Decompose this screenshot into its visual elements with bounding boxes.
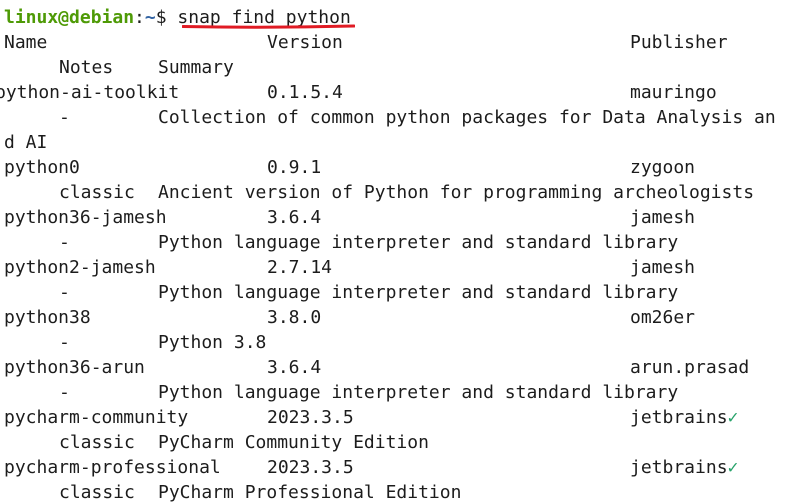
package-publisher: mauringo: [630, 82, 717, 103]
package-publisher: om26er: [630, 307, 696, 328]
package-summary: Python language interpreter and standard…: [158, 282, 679, 303]
prompt-symbol: $: [155, 7, 178, 28]
package-row: python0 0.9.1 zygoon: [4, 155, 695, 180]
header-name: Name: [4, 32, 48, 53]
package-summary: Collection of common python packages for…: [158, 107, 776, 128]
package-detail-row: classic PyCharm Professional Edition: [59, 480, 461, 502]
prompt-user-host: linux@debian: [4, 7, 135, 28]
terminal-window[interactable]: linux@debian:~$ snap find python Name Ve…: [0, 0, 785, 502]
package-name: pycharm-professional: [4, 457, 221, 478]
package-name: python-ai-toolkit: [0, 82, 180, 103]
package-summary: Python 3.8: [158, 332, 267, 353]
package-version: 0.1.5.4: [267, 82, 343, 103]
package-summary: Ancient version of Python for programmin…: [158, 182, 755, 203]
package-detail-row: classic PyCharm Community Edition: [59, 430, 429, 455]
package-version: 2023.3.5: [267, 407, 354, 428]
package-name: python36-arun: [4, 357, 145, 378]
package-version: 2.7.14: [267, 257, 333, 278]
package-version: 3.6.4: [267, 357, 322, 378]
package-publisher: jamesh: [630, 207, 696, 228]
package-row: python36-jamesh 3.6.4 jamesh: [4, 205, 695, 230]
package-summary-continued: d AI: [4, 132, 48, 153]
prompt-separator: :: [134, 7, 145, 28]
package-version: 3.6.4: [267, 207, 322, 228]
package-publisher: zygoon: [630, 157, 696, 178]
package-name: python0: [4, 157, 80, 178]
header-summary: Summary: [158, 57, 234, 78]
verified-check-icon: ✓: [727, 457, 739, 478]
prompt-path: ~: [144, 7, 156, 28]
package-summary: Python language interpreter and standard…: [158, 232, 679, 253]
package-detail-row: - Python language interpreter and standa…: [59, 230, 678, 255]
header-row: Name Version Publisher: [4, 30, 728, 55]
package-name: pycharm-community: [4, 407, 189, 428]
package-notes: -: [59, 282, 70, 303]
package-publisher-cell: jetbrains✓: [630, 455, 738, 480]
package-publisher: jetbrains: [630, 407, 728, 428]
package-row: pycharm-professional 2023.3.5 jetbrains✓: [4, 455, 738, 480]
package-version: 3.8.0: [267, 307, 322, 328]
package-row: python2-jamesh 2.7.14 jamesh: [4, 255, 695, 280]
verified-check-icon: ✓: [727, 407, 739, 428]
command-underline-annotation: [182, 24, 355, 29]
package-name: python36-jamesh: [4, 207, 167, 228]
header-notes: Notes: [59, 57, 114, 78]
package-detail-row: - Python language interpreter and standa…: [59, 380, 678, 405]
package-version: 2023.3.5: [267, 457, 354, 478]
package-row: python36-arun 3.6.4 arun.prasad: [4, 355, 749, 380]
package-version: 0.9.1: [267, 157, 322, 178]
package-summary: PyCharm Community Edition: [158, 432, 429, 453]
header-publisher: Publisher: [630, 32, 728, 53]
package-detail-row: - Python language interpreter and standa…: [59, 280, 678, 305]
package-notes: classic: [59, 482, 135, 502]
package-notes: classic: [59, 182, 135, 203]
package-summary: Python language interpreter and standard…: [158, 382, 679, 403]
package-notes: classic: [59, 432, 135, 453]
package-notes: -: [59, 107, 70, 128]
package-publisher: arun.prasad: [630, 357, 750, 378]
header-version: Version: [267, 32, 343, 53]
package-row: python38 3.8.0 om26er: [4, 305, 695, 330]
package-notes: -: [59, 232, 70, 253]
package-summary-wrap: d AI: [4, 130, 47, 155]
package-notes: -: [59, 332, 70, 353]
package-detail-row: - Collection of common python packages f…: [59, 105, 776, 130]
package-name: python2-jamesh: [4, 257, 156, 278]
package-detail-row: - Python 3.8: [59, 330, 266, 355]
package-name: python38: [4, 307, 91, 328]
package-detail-row: classic Ancient version of Python for pr…: [59, 180, 754, 205]
package-publisher-cell: jetbrains✓: [630, 405, 738, 430]
header-row-2: Notes Summary: [59, 55, 234, 80]
package-summary: PyCharm Professional Edition: [158, 482, 462, 502]
package-row: python-ai-toolkit 0.1.5.4 mauringo: [0, 80, 717, 105]
package-publisher: jetbrains: [630, 457, 728, 478]
package-notes: -: [59, 382, 70, 403]
package-row: pycharm-community 2023.3.5 jetbrains✓: [4, 405, 738, 430]
package-publisher: jamesh: [630, 257, 696, 278]
